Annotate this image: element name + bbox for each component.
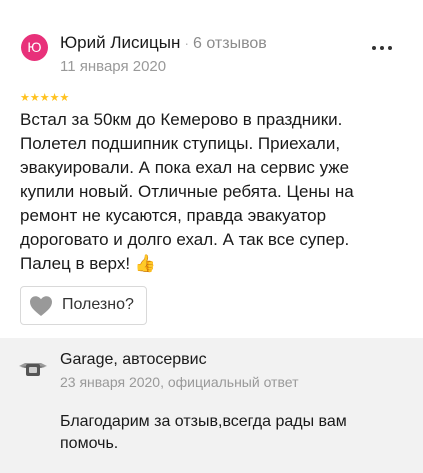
author-separator: · xyxy=(184,35,190,51)
author-avatar[interactable]: Ю xyxy=(21,34,48,61)
author-name[interactable]: Юрий Лисицын xyxy=(60,33,180,52)
author-line: Юрий Лисицын · 6 отзывов xyxy=(60,33,267,55)
thumbs-up-icon: 👍 xyxy=(134,254,156,273)
helpful-button[interactable]: Полезно? xyxy=(20,286,147,325)
helpful-label: Полезно? xyxy=(62,296,134,313)
review-text: Встал за 50км до Кемерово в праздники. П… xyxy=(20,108,400,276)
more-dots-icon xyxy=(372,46,376,50)
review-card: Ю Юрий Лисицын · 6 отзывов 11 января 2020 … xyxy=(0,0,423,338)
author-reviews-count[interactable]: 6 отзывов xyxy=(193,35,267,52)
review-body: Встал за 50км до Кемерово в праздники. П… xyxy=(20,110,354,273)
reply-date: 23 января 2020, официальный ответ xyxy=(60,374,299,390)
heart-icon xyxy=(30,296,52,316)
reply-text: Благодарим за отзыв,всегда рады вам помо… xyxy=(60,413,347,452)
business-reply: Garage, автосервис 23 января 2020, офици… xyxy=(0,338,423,473)
review-date: 11 января 2020 xyxy=(60,58,167,75)
business-name[interactable]: Garage, автосервис xyxy=(60,351,207,369)
garage-logo-icon xyxy=(19,363,47,376)
rating-stars: ★★★★★ xyxy=(20,92,70,104)
more-options-button[interactable] xyxy=(372,44,392,52)
